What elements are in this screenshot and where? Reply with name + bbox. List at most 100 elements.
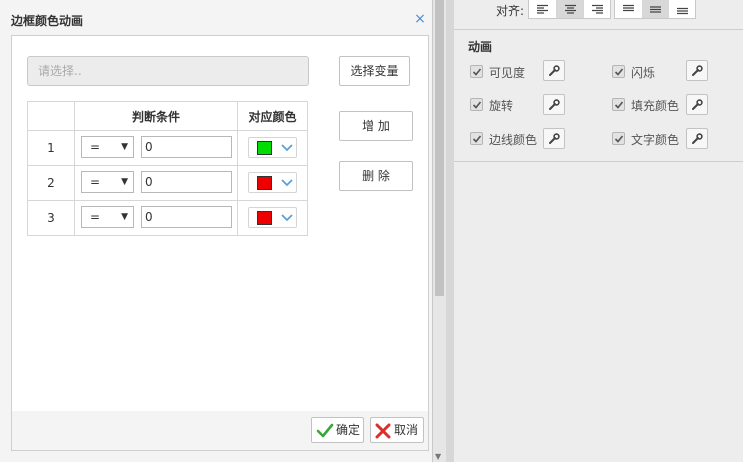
align-left-icon: [537, 4, 548, 14]
fill-color-settings-button[interactable]: [686, 94, 708, 115]
animation-item-fill-color[interactable]: 填充颜色: [612, 95, 692, 115]
animation-item-border-color[interactable]: 边线颜色: [470, 129, 550, 149]
triangle-down-icon: ▼: [121, 177, 128, 187]
index-column-header: [27, 101, 75, 131]
wrench-icon: [549, 64, 560, 76]
border-color-checkbox[interactable]: [470, 132, 483, 145]
wrench-icon: [692, 132, 703, 144]
operator-value: =: [90, 210, 101, 224]
align-top-icon: [622, 4, 634, 11]
color-picker[interactable]: [248, 172, 297, 193]
scroll-down-arrow-icon[interactable]: ▼: [435, 452, 441, 461]
color-swatch: [257, 141, 272, 155]
animation-section-title: 动画: [468, 40, 493, 54]
visibility-checkbox[interactable]: [470, 65, 483, 78]
check-icon: [614, 101, 624, 109]
align-center-button[interactable]: [556, 0, 583, 18]
operator-value: =: [90, 175, 101, 189]
animation-item-text-color[interactable]: 文字颜色: [612, 129, 692, 149]
value-input[interactable]: 0: [141, 171, 232, 193]
blink-settings-button[interactable]: [686, 60, 708, 81]
align-bottom-button[interactable]: [668, 0, 695, 18]
confirm-button[interactable]: 确定: [311, 417, 364, 443]
animation-item-blink[interactable]: 闪烁: [612, 62, 692, 82]
align-top-button[interactable]: [615, 0, 642, 18]
triangle-down-icon: ▼: [121, 212, 128, 222]
align-label: 对齐:: [496, 4, 525, 18]
rotate-checkbox[interactable]: [470, 98, 483, 111]
text-color-label: 文字颜色: [631, 133, 680, 147]
fill-color-checkbox[interactable]: [612, 98, 625, 111]
border-color-animation-dialog: 边框颜色动画 × 请选择.. 选择变量 增 加 删 除 判断条件 对应颜色 1 …: [0, 0, 433, 462]
variable-select[interactable]: 请选择..: [27, 56, 309, 86]
check-icon: [614, 135, 624, 143]
horizontal-align-group: [528, 0, 611, 19]
check-icon: [472, 68, 482, 76]
cancel-button[interactable]: 取消: [370, 417, 424, 443]
operator-select[interactable]: = ▼: [81, 206, 134, 228]
close-icon[interactable]: ×: [413, 12, 427, 26]
chevron-down-icon: [281, 179, 293, 187]
table-header-row: 判断条件 对应颜色: [27, 101, 308, 131]
color-column-header: 对应颜色: [237, 101, 308, 131]
delete-button[interactable]: 删 除: [339, 161, 413, 191]
check-icon: [472, 101, 482, 109]
panel-divider: [446, 0, 454, 462]
align-right-button[interactable]: [583, 0, 610, 18]
wrench-icon: [549, 98, 560, 110]
color-picker[interactable]: [248, 207, 297, 228]
condition-table: 判断条件 对应颜色 1 = ▼ 0 2 = ▼ 0 3 = ▼ 0: [27, 101, 308, 236]
rotate-label: 旋转: [489, 99, 514, 113]
animation-item-rotate[interactable]: 旋转: [470, 95, 550, 115]
check-icon: [472, 135, 482, 143]
add-button[interactable]: 增 加: [339, 111, 413, 141]
dialog-title: 边框颜色动画: [11, 14, 84, 28]
panel-separator: [454, 161, 743, 162]
visibility-label: 可见度: [489, 66, 526, 80]
vertical-align-group: [614, 0, 696, 19]
chevron-down-icon: [281, 144, 293, 152]
align-middle-button[interactable]: [641, 0, 669, 18]
align-left-button[interactable]: [529, 0, 556, 18]
visibility-settings-button[interactable]: [543, 60, 565, 81]
table-row[interactable]: 2 = ▼ 0: [27, 165, 308, 201]
scrollbar-thumb[interactable]: [435, 0, 444, 296]
panel-separator: [454, 29, 743, 30]
text-color-settings-button[interactable]: [686, 128, 708, 149]
wrench-icon: [692, 98, 703, 110]
value-input[interactable]: 0: [141, 136, 232, 158]
properties-panel: 对齐: 动画 可见度 闪烁 旋转 填充颜色 边线颜色 文字颜色: [454, 0, 743, 462]
color-picker[interactable]: [248, 137, 297, 158]
row-index: 1: [27, 130, 75, 166]
confirm-label: 确定: [336, 423, 361, 437]
operator-value: =: [90, 140, 101, 154]
operator-select[interactable]: = ▼: [81, 171, 134, 193]
vertical-scrollbar[interactable]: ▼: [433, 0, 446, 462]
triangle-down-icon: ▼: [121, 142, 128, 152]
condition-column-header: 判断条件: [74, 101, 238, 131]
check-icon: [614, 68, 624, 76]
row-index: 3: [27, 200, 75, 236]
blink-label: 闪烁: [631, 66, 656, 80]
operator-select[interactable]: = ▼: [81, 136, 134, 158]
color-swatch: [257, 176, 272, 190]
checkmark-icon: [316, 423, 334, 437]
dialog-body: 请选择.. 选择变量 增 加 删 除 判断条件 对应颜色 1 = ▼ 0 2 =…: [11, 35, 429, 412]
rotate-settings-button[interactable]: [543, 94, 565, 115]
select-variable-button[interactable]: 选择变量: [339, 56, 410, 86]
cancel-label: 取消: [394, 423, 419, 437]
color-swatch: [257, 211, 272, 225]
table-row[interactable]: 3 = ▼ 0: [27, 200, 308, 236]
align-bottom-icon: [676, 7, 688, 14]
wrench-icon: [549, 132, 560, 144]
animation-item-visibility[interactable]: 可见度: [470, 62, 550, 82]
blink-checkbox[interactable]: [612, 65, 625, 78]
table-row[interactable]: 1 = ▼ 0: [27, 130, 308, 166]
border-color-label: 边线颜色: [489, 133, 538, 147]
align-center-icon: [564, 4, 576, 14]
wrench-icon: [692, 64, 703, 76]
cross-icon: [375, 423, 391, 438]
border-color-settings-button[interactable]: [543, 128, 565, 149]
text-color-checkbox[interactable]: [612, 132, 625, 145]
value-input[interactable]: 0: [141, 206, 232, 228]
